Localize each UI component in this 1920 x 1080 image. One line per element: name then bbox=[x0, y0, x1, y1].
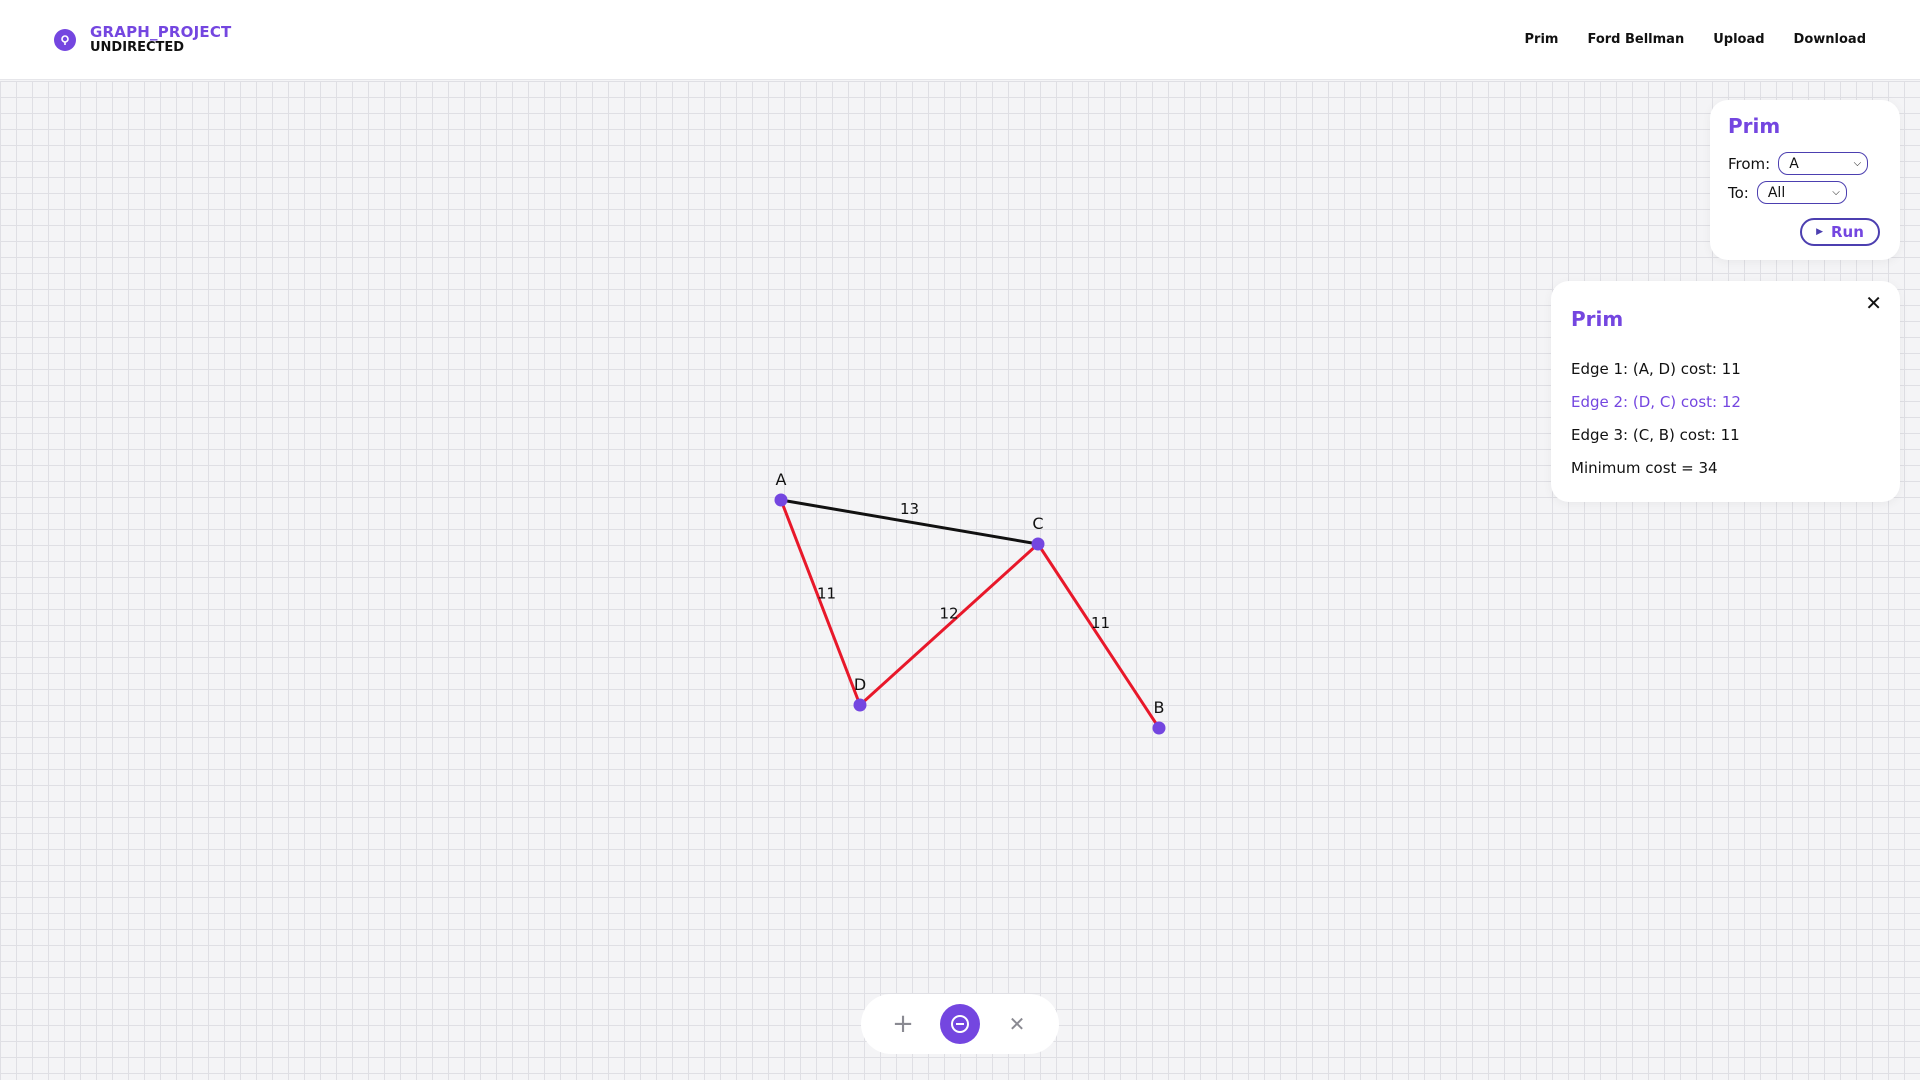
app-subtitle: UNDIRECTED bbox=[90, 39, 185, 55]
nav-download[interactable]: Download bbox=[1794, 32, 1866, 47]
run-button[interactable]: ▶ Run bbox=[1800, 218, 1880, 246]
run-label: Run bbox=[1831, 223, 1864, 241]
graph-node-B[interactable] bbox=[1152, 721, 1166, 735]
nav-prim[interactable]: Prim bbox=[1525, 32, 1559, 47]
result-item-edge-2[interactable]: Edge 2: (D, C) cost: 12 bbox=[1571, 386, 1880, 419]
remove-mode-button[interactable] bbox=[940, 1004, 980, 1044]
graph-node-A[interactable] bbox=[774, 493, 788, 507]
play-icon: ▶ bbox=[1816, 227, 1823, 237]
from-row: From: A ⌵ bbox=[1728, 152, 1882, 175]
result-item-edge-3[interactable]: Edge 3: (C, B) cost: 11 bbox=[1571, 419, 1880, 452]
graph-canvas[interactable]: 13 11 12 11 A C D B bbox=[0, 81, 1920, 1080]
nav-ford-bellman[interactable]: Ford Bellman bbox=[1587, 32, 1684, 47]
from-select-value: A bbox=[1789, 155, 1799, 172]
close-icon[interactable]: ✕ bbox=[1865, 291, 1882, 315]
to-label: To: bbox=[1728, 183, 1749, 202]
app-root: GRAPH_PROJECT UNDIRECTED Prim Ford Bellm… bbox=[0, 0, 1920, 1080]
graph-node-C[interactable] bbox=[1031, 537, 1045, 551]
result-list: Edge 1: (A, D) cost: 11 Edge 2: (D, C) c… bbox=[1571, 353, 1880, 485]
from-select[interactable]: A ⌵ bbox=[1778, 152, 1869, 175]
result-minimum-cost: Minimum cost = 34 bbox=[1571, 459, 1718, 477]
minus-circle-icon bbox=[951, 1015, 969, 1033]
node-label: C bbox=[1032, 514, 1043, 533]
from-label: From: bbox=[1728, 154, 1771, 173]
top-header: GRAPH_PROJECT UNDIRECTED Prim Ford Bellm… bbox=[0, 0, 1920, 80]
control-title: Prim bbox=[1728, 114, 1781, 138]
edge-weight-label: 13 bbox=[900, 500, 919, 518]
node-label: D bbox=[854, 675, 866, 694]
brand-text: GRAPH_PROJECT UNDIRECTED bbox=[90, 24, 231, 56]
prim-control-panel: Prim From: A ⌵ To: All ⌵ ▶ Run bbox=[1710, 100, 1900, 260]
edge-weight-label: 11 bbox=[1091, 614, 1110, 632]
logo-icon bbox=[54, 28, 76, 51]
chevron-down-icon: ⌵ bbox=[1832, 187, 1840, 198]
graph-svg[interactable]: 13 11 12 11 A C D B bbox=[0, 81, 1920, 1080]
edge-weight-label: 11 bbox=[817, 585, 836, 603]
prim-result-panel: ✕ Prim Edge 1: (A, D) cost: 11 Edge 2: (… bbox=[1551, 281, 1900, 502]
chevron-down-icon: ⌵ bbox=[1853, 158, 1862, 169]
to-select-value: All bbox=[1767, 184, 1786, 201]
plus-icon[interactable]: + bbox=[889, 1009, 917, 1039]
edge-weight-label: 12 bbox=[939, 605, 958, 623]
to-select[interactable]: All ⌵ bbox=[1756, 181, 1847, 204]
close-icon[interactable]: ✕ bbox=[1003, 1012, 1031, 1036]
top-nav: Prim Ford Bellman Upload Download bbox=[1525, 32, 1866, 47]
graph-edge-C-B[interactable] bbox=[1036, 543, 1161, 729]
result-title: Prim bbox=[1571, 307, 1624, 331]
app-title: GRAPH_PROJECT bbox=[90, 22, 232, 41]
node-label: B bbox=[1154, 698, 1165, 717]
node-label: A bbox=[776, 470, 787, 489]
bottom-toolbar: + ✕ bbox=[861, 994, 1059, 1054]
result-item-edge-1[interactable]: Edge 1: (A, D) cost: 11 bbox=[1571, 353, 1880, 386]
to-row: To: All ⌵ bbox=[1728, 181, 1882, 204]
graph-edge-D-C[interactable] bbox=[858, 542, 1040, 707]
graph-edge-A-D[interactable] bbox=[779, 499, 862, 706]
brand: GRAPH_PROJECT UNDIRECTED bbox=[54, 24, 231, 56]
graph-node-D[interactable] bbox=[853, 698, 867, 712]
nav-upload[interactable]: Upload bbox=[1713, 32, 1764, 47]
